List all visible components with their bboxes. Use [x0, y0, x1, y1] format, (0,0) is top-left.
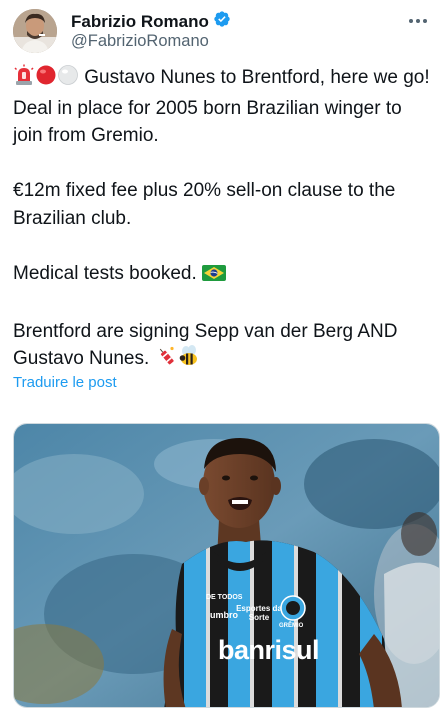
jersey-badge-text: GRÊMIO	[279, 623, 304, 629]
avatar[interactable]	[13, 9, 57, 53]
firecracker-icon	[155, 345, 177, 376]
tweet-paragraph-1: Gustavo Nunes to Brentford, here we go! …	[13, 64, 431, 150]
author-handle[interactable]: @FabrizioRomano	[71, 32, 209, 51]
bee-icon	[177, 345, 201, 376]
verified-badge-icon	[213, 10, 231, 33]
brazil-flag-icon	[202, 263, 227, 291]
tweet-paragraph-2: €12m fixed fee plus 20% sell-on clause t…	[13, 180, 396, 229]
red-circle-icon	[35, 64, 57, 95]
tweet-media-photo[interactable]: DE TODOS umbro Esportes da Sorte GRÊMIO …	[13, 423, 440, 708]
tweet-paragraph-3-text: Medical tests booked.	[13, 262, 197, 284]
translate-post-link[interactable]: Traduire le post	[13, 374, 117, 391]
tweet-paragraph-4: Brentford are signing Sepp van der Berg …	[13, 318, 431, 376]
siren-icon	[13, 64, 35, 95]
tweet-header: Fabrizio Romano @FabrizioRomano	[13, 9, 433, 57]
tweet-paragraph-3: Medical tests booked.	[13, 260, 431, 291]
jersey-brand-text: umbro	[210, 610, 238, 620]
tweet-paragraph-4-text: Brentford are signing Sepp van der Berg …	[13, 320, 398, 370]
white-circle-icon	[57, 64, 79, 95]
jersey-sleeve-sponsor-text: Esportes da Sorte	[236, 604, 282, 622]
author-name[interactable]: Fabrizio Romano	[71, 12, 209, 32]
more-options-icon[interactable]	[409, 15, 431, 27]
jersey-sponsor-text: banrisul	[218, 635, 320, 665]
tweet-text: Gustavo Nunes to Brentford, here we go! …	[13, 64, 431, 376]
jersey-collar-text: DE TODOS	[206, 594, 243, 601]
